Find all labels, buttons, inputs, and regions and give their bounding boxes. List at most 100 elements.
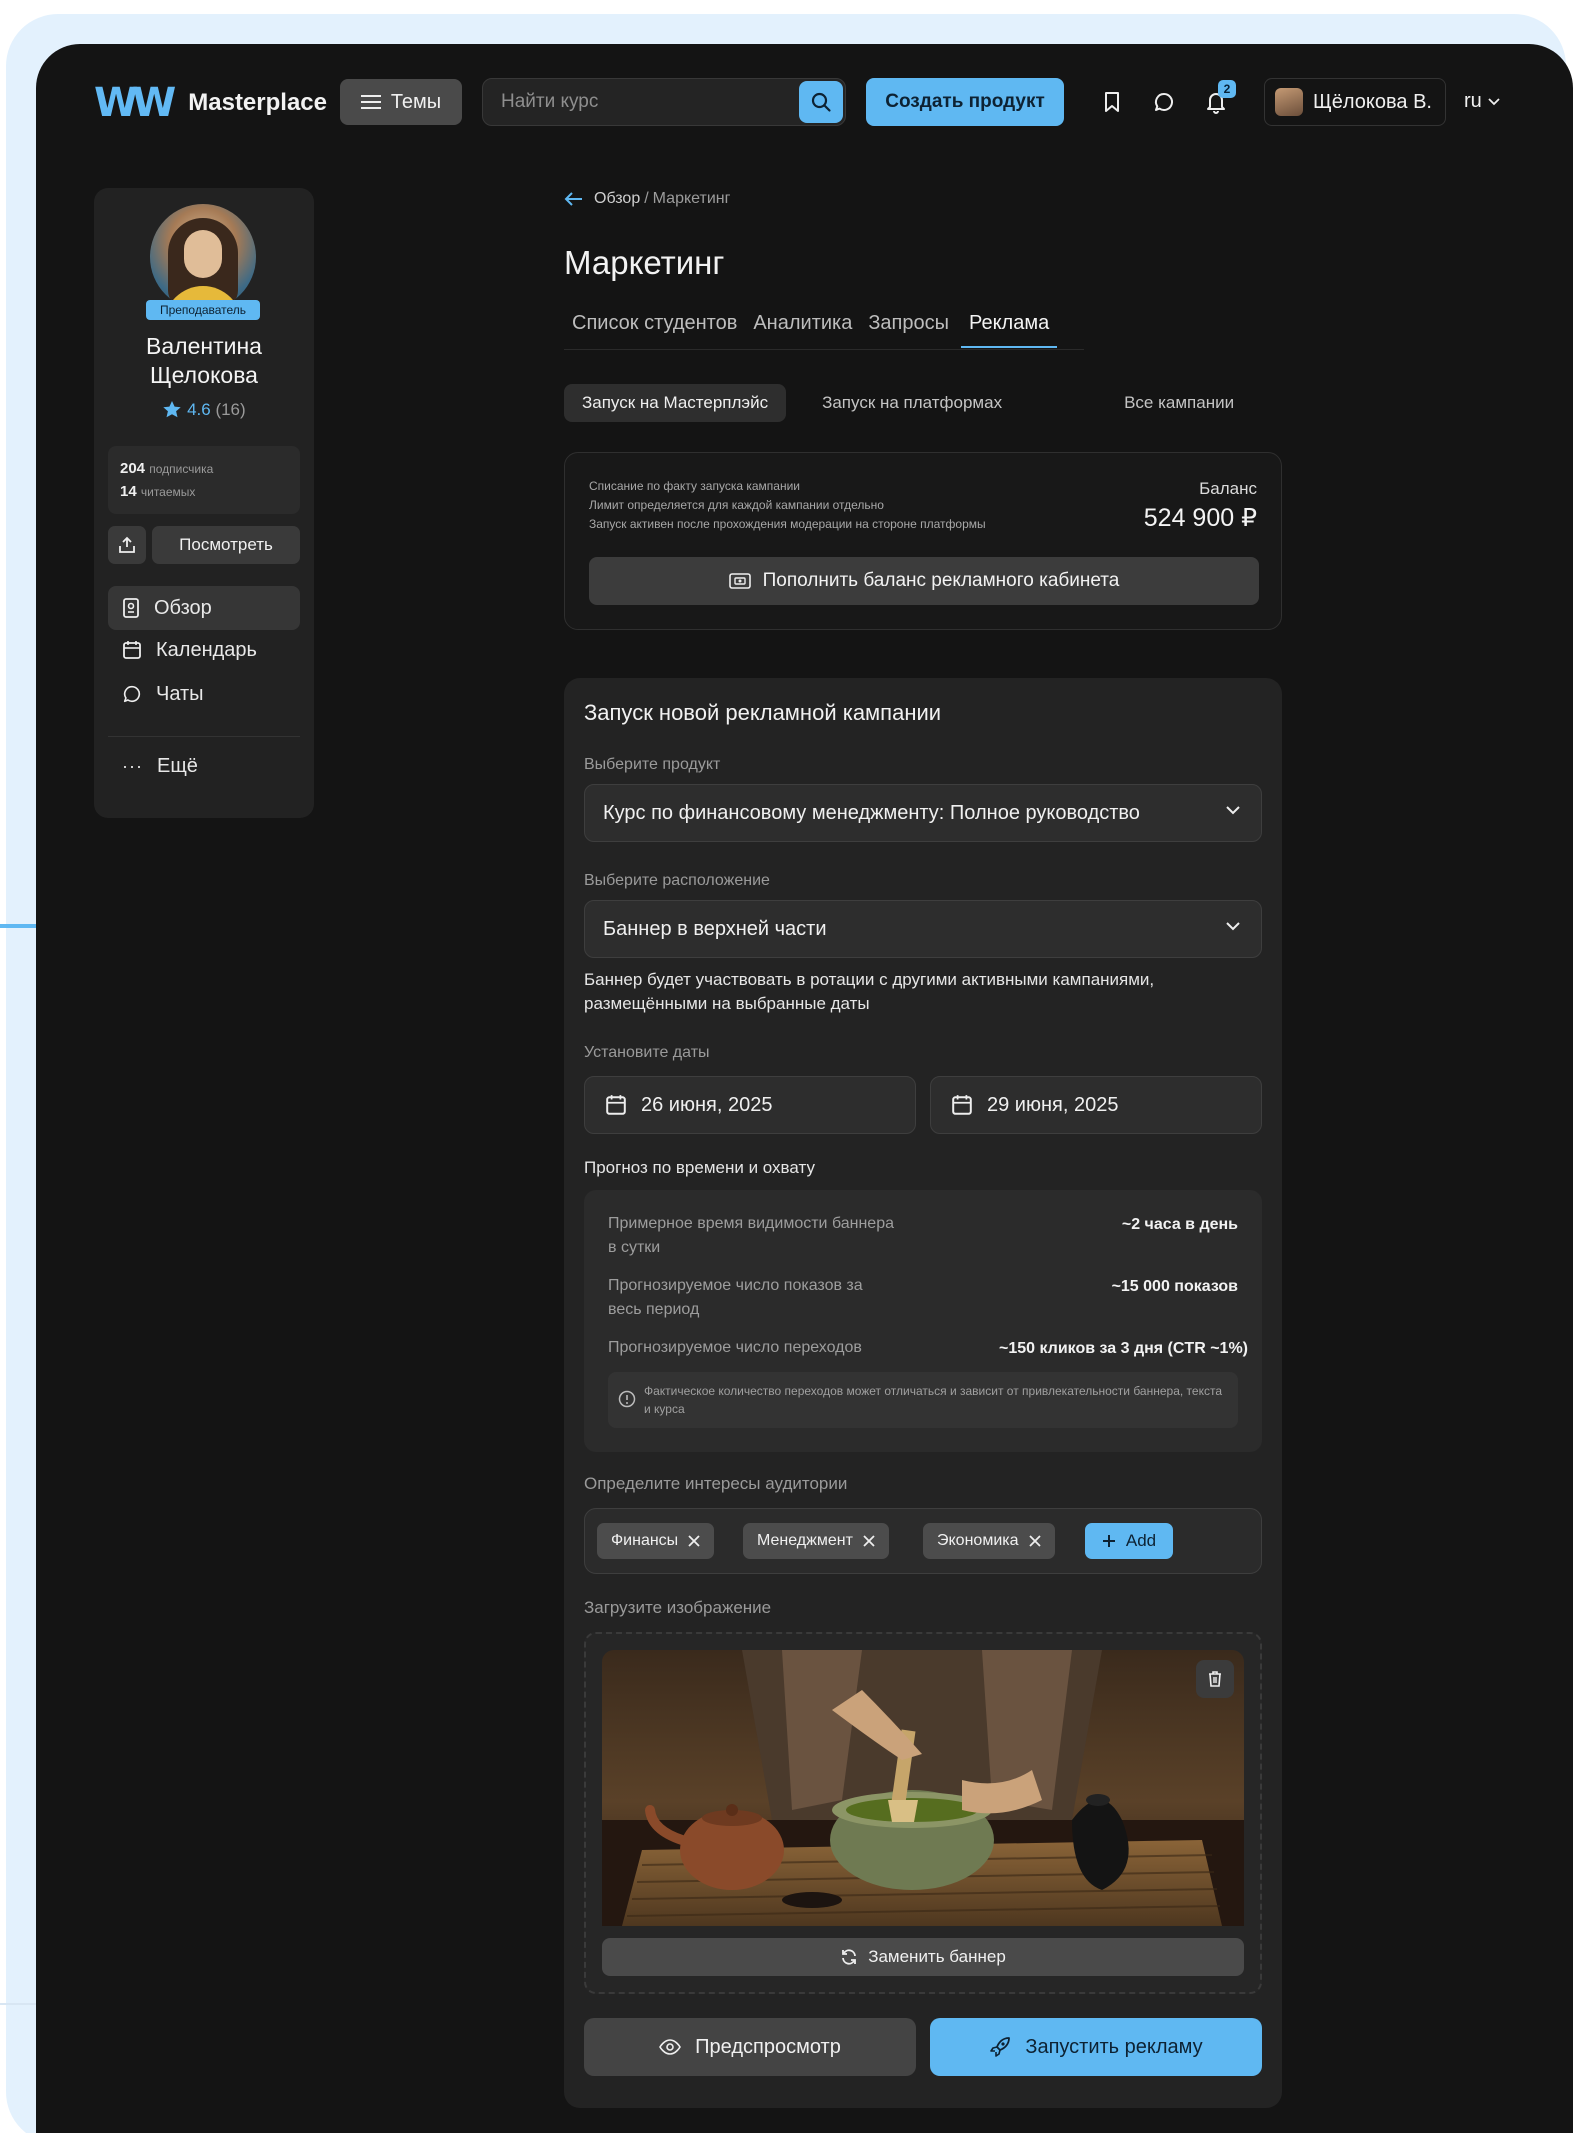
preview-label: Предспросмотр	[695, 2035, 841, 2058]
tab-ads[interactable]: Реклама	[961, 308, 1058, 348]
view-profile-button[interactable]: Посмотреть	[152, 526, 300, 564]
more-icon: ···	[122, 755, 143, 776]
close-icon[interactable]	[863, 1535, 875, 1547]
language-selector[interactable]: ru	[1464, 90, 1500, 113]
eye-icon	[659, 2039, 682, 2055]
bookmark-button[interactable]	[1096, 86, 1128, 118]
delete-image-button[interactable]	[1196, 1660, 1234, 1698]
end-date-field[interactable]: 29 июня, 2025	[930, 1076, 1262, 1134]
logo-mark: WW	[94, 80, 176, 126]
sidebar-item-chats[interactable]: Чаты	[108, 672, 300, 716]
breadcrumb-root[interactable]: Обзор	[594, 190, 640, 208]
launch-campaign-button[interactable]: Запустить рекламу	[930, 2018, 1262, 2076]
sidebar-item-more[interactable]: ··· Ещё	[108, 744, 300, 788]
balance-note: Запуск активен после прохождения модерац…	[589, 517, 986, 531]
logo[interactable]: WW Masterplace	[94, 80, 327, 126]
calendar-icon	[606, 1095, 626, 1115]
balance-card: Списание по факту запуска кампании Лимит…	[564, 452, 1282, 630]
sidebar-item-calendar[interactable]: Календарь	[108, 628, 300, 672]
notifications-button[interactable]: 2	[1200, 80, 1236, 118]
placement-select[interactable]: Баннер в верхней части	[584, 900, 1262, 958]
chevron-down-icon	[1226, 922, 1240, 931]
add-interest-label: Add	[1125, 1531, 1157, 1550]
campaign-form: Запуск новой рекламной кампании Выберите…	[564, 678, 1282, 2108]
sidebar-item-label: Обзор	[154, 596, 212, 619]
banner-image	[602, 1650, 1244, 1926]
calendar-icon	[123, 641, 141, 659]
tab-analytics[interactable]: Аналитика	[745, 308, 860, 348]
balance-label: Баланс	[1199, 479, 1257, 498]
subtab-platforms[interactable]: Запуск на платформах	[804, 384, 1020, 422]
start-date-field[interactable]: 26 июня, 2025	[584, 1076, 916, 1134]
rating-count: (16)	[215, 400, 246, 419]
overview-icon	[123, 598, 139, 618]
subscribers-stat: 204 подписчика	[120, 456, 288, 482]
close-icon[interactable]	[1028, 1535, 1041, 1547]
balance-notes: Списание по факту запуска кампании Лимит…	[589, 477, 986, 534]
image-upload-area[interactable]: Заменить баннер	[584, 1632, 1262, 1994]
close-icon[interactable]	[688, 1535, 700, 1547]
search-button[interactable]	[799, 81, 843, 123]
themes-button[interactable]: Темы	[340, 79, 462, 125]
dates-label: Установите даты	[584, 1044, 710, 1061]
topup-balance-button[interactable]: Пополнить баланс рекламного кабинета	[589, 557, 1259, 605]
interest-chip[interactable]: Финансы	[597, 1523, 715, 1559]
placement-value: Баннер в верхней части	[603, 917, 827, 940]
chevron-down-icon	[1226, 806, 1240, 815]
logo-text: Masterplace	[188, 89, 327, 116]
chat-button[interactable]	[1148, 86, 1180, 118]
app-screen: WW Masterplace Темы Создать продукт 2 Щё…	[36, 44, 1573, 2133]
tab-students[interactable]: Список студентов	[564, 308, 745, 348]
chevron-down-icon	[1488, 97, 1500, 105]
forecast-panel: Примерное время видимости баннера в сутк…	[584, 1190, 1262, 1452]
wallet-icon	[728, 573, 751, 589]
interests-field[interactable]: Финансы Менеджмент Экономика Add	[584, 1508, 1262, 1574]
interests-label: Определите интересы аудитории	[584, 1474, 848, 1493]
sidebar-item-label: Чаты	[156, 682, 204, 705]
balance-value: 524 900 ₽	[1143, 504, 1257, 532]
product-label: Выберите продукт	[584, 756, 721, 773]
topup-label: Пополнить баланс рекламного кабинета	[762, 570, 1120, 591]
tab-requests[interactable]: Запросы	[860, 308, 957, 348]
user-name: Щёлокова В.	[1313, 90, 1432, 113]
launch-label: Запустить рекламу	[1025, 2035, 1203, 2058]
rating-value: 4.6	[187, 400, 211, 419]
replace-banner-button[interactable]: Заменить баннер	[602, 1938, 1244, 1976]
info-icon	[618, 1390, 636, 1408]
chat-icon	[1154, 92, 1173, 111]
forecast-row-label: Прогнозируемое число переходов	[608, 1339, 862, 1356]
subtab-all-campaigns[interactable]: Все кампании	[1106, 384, 1252, 422]
banner-photo	[602, 1650, 1244, 1926]
interest-chip[interactable]: Экономика	[923, 1523, 1055, 1559]
sidebar-item-label: Ещё	[156, 754, 198, 777]
frame-tick	[0, 2003, 38, 2005]
star-icon	[163, 401, 182, 418]
chat-icon	[123, 685, 141, 703]
forecast-row-label: Прогнозируемое число показов за весь пер…	[608, 1277, 863, 1318]
sidebar-divider	[108, 736, 300, 737]
product-value: Курс по финансовому менеджменту: Полное …	[603, 801, 1140, 824]
forecast-notice: Фактическое количество переходов может о…	[608, 1372, 1238, 1428]
ad-subtabs: Запуск на Мастерплэйс Запуск на платформ…	[564, 384, 1252, 422]
profile-name: Валентина Щелокова	[94, 332, 314, 390]
profile-sidebar: Преподаватель Валентина Щелокова 4.6 (16…	[94, 188, 314, 818]
profile-stats: 204 подписчика 14 читаемых	[108, 446, 300, 514]
preview-button[interactable]: Предспросмотр	[584, 2018, 916, 2076]
interest-label: Экономика	[937, 1532, 1019, 1549]
subtab-masterplace[interactable]: Запуск на Мастерплэйс	[564, 384, 787, 422]
forecast-row-value: ~2 часа в день	[1121, 1216, 1238, 1233]
interest-chip[interactable]: Менеджмент	[743, 1523, 889, 1559]
forecast-label: Прогноз по времени и охвату	[584, 1158, 815, 1177]
back-arrow-icon[interactable]	[564, 192, 584, 206]
user-menu[interactable]: Щёлокова В.	[1264, 78, 1446, 126]
placement-hint: Баннер будет участвовать в ротации с дру…	[584, 970, 1155, 1013]
sidebar-item-overview[interactable]: Обзор	[108, 586, 300, 630]
add-interest-button[interactable]: Add	[1085, 1523, 1173, 1559]
create-product-button[interactable]: Создать продукт	[866, 78, 1064, 126]
balance-note: Списание по факту запуска кампании	[589, 479, 800, 493]
share-button[interactable]	[108, 526, 146, 564]
menu-icon	[360, 95, 381, 109]
interest-label: Менеджмент	[757, 1532, 853, 1549]
product-select[interactable]: Курс по финансовому менеджменту: Полное …	[584, 784, 1262, 842]
search-input[interactable]	[483, 79, 793, 125]
